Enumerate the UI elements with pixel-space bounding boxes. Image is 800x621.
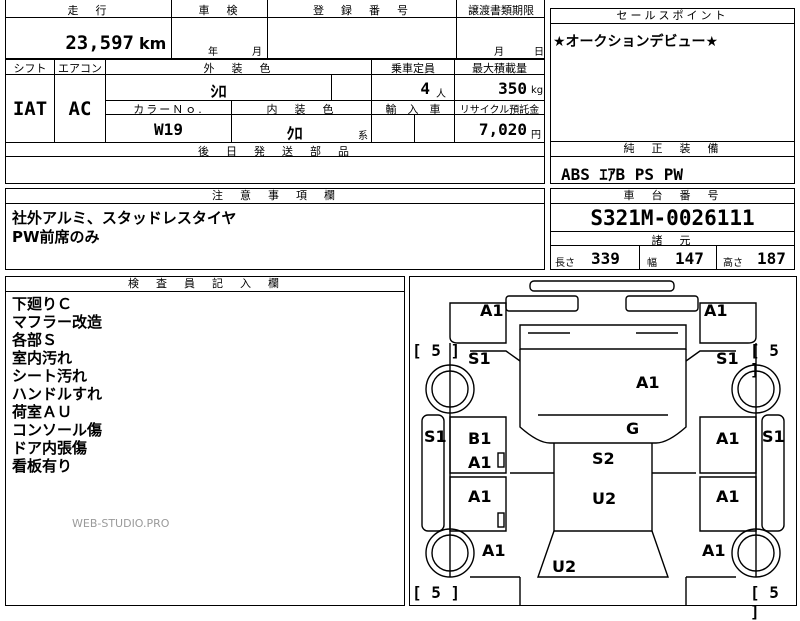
caution-line: PW前席のみ <box>12 228 100 246</box>
inspector-line: 下廻りＣ <box>12 295 73 313</box>
interior-color-suffix: 系 <box>358 131 368 142</box>
ac-label: エアコン <box>58 62 102 75</box>
spec-form-box: シフト エアコン 外 装 色 乗車定員 最大積載量 IAT AC ｼﾛ 4 人 … <box>5 59 545 184</box>
transfer-day: 日 <box>534 47 544 58</box>
damage-mark: A1 <box>468 487 492 506</box>
damage-mark: S1 <box>762 427 785 446</box>
damage-mark: B1 <box>468 429 492 448</box>
chassis-label: 車 台 番 号 <box>551 189 794 204</box>
inspection-year: 年 <box>208 47 218 58</box>
top-form-box: 走 行 車 検 登 録 番 号 譲渡書類期限 23,597 km 年 月 月 日 <box>5 0 545 59</box>
shift-value: IAT <box>12 98 48 120</box>
caution-box: 注 意 事 項 欄 社外アルミ、スタッドレスタイヤ PW前席のみ <box>5 188 545 270</box>
max-load-label: 最大積載量 <box>472 62 527 75</box>
inspector-line: マフラー改造 <box>12 313 103 331</box>
inspection-label: 車 検 <box>198 4 241 17</box>
sales-point-label: セールスポイント <box>551 9 794 24</box>
inspector-line: ドア内張傷 <box>12 439 88 457</box>
width-value: 147 <box>675 249 704 268</box>
watermark: WEB-STUDIO.PRO <box>72 517 170 530</box>
tire-tread-front-right: [ 5 ] <box>750 341 779 379</box>
interior-color-value: ｸﾛ <box>286 124 303 143</box>
color-no-label: カラーＮｏ. <box>133 103 204 116</box>
inspector-line: ハンドルすれ <box>12 385 103 403</box>
exterior-color-label: 外 装 色 <box>203 62 274 75</box>
damage-mark: G <box>626 419 640 438</box>
shift-label: シフト <box>13 62 47 75</box>
chassis-box: 車 台 番 号 S321M-0026111 諸 元 長さ 339 幅 147 高… <box>550 188 795 270</box>
inspector-line: 看板有り <box>12 457 73 475</box>
inspector-line: 荷室ＡＵ <box>12 403 73 421</box>
color-no-value: W19 <box>154 120 183 139</box>
mileage-unit: km <box>139 34 167 53</box>
registration-label: 登 録 番 号 <box>313 4 411 17</box>
inspector-line: 各部Ｓ <box>12 331 58 349</box>
length-value: 339 <box>591 249 620 268</box>
damage-mark: A1 <box>702 541 726 560</box>
damage-mark: A1 <box>636 373 660 392</box>
ac-value: AC <box>68 98 92 120</box>
later-parts-label: 後 日 発 送 部 品 <box>198 145 352 158</box>
damage-mark: U2 <box>552 557 577 576</box>
inspection-month: 月 <box>252 47 262 58</box>
door-handle-rl <box>497 512 505 528</box>
front-bumper-bar <box>529 280 675 292</box>
damage-mark: S1 <box>424 427 447 446</box>
sales-point-text: ★オークションデビュー★ <box>553 34 719 50</box>
damage-mark: S1 <box>468 349 491 368</box>
windshield <box>519 324 687 350</box>
inspector-line: 室内汚れ <box>12 349 73 367</box>
damage-mark: S2 <box>592 449 615 468</box>
exterior-color-value: ｼﾛ <box>210 82 227 101</box>
recycle-label: リサイクル預託金 <box>459 105 540 116</box>
damage-mark: S1 <box>716 349 739 368</box>
transfer-month: 月 <box>494 47 504 58</box>
cabin-roof <box>519 349 687 444</box>
seating-unit: 人 <box>436 89 446 100</box>
import-label: 輸 入 車 <box>385 103 441 116</box>
standard-equipment-text: ABS ｴｱB PS PW <box>561 165 683 184</box>
interior-color-label: 内 装 色 <box>266 103 337 116</box>
mileage-value: 23,597 <box>65 32 134 54</box>
length-label: 長さ <box>555 258 575 269</box>
hood-right <box>625 295 699 312</box>
tire-tread-rear-right: [ 5 ] <box>750 583 779 621</box>
max-load-value: 350 <box>498 79 527 98</box>
chassis-number: S321M-0026111 <box>590 206 755 230</box>
car-diagram-box: A1 A1 S1 S1 A1 S1 B1 A1 G A1 S1 S2 A1 A1… <box>409 276 797 621</box>
inspector-line: コンソール傷 <box>12 421 103 439</box>
seating-label: 乗車定員 <box>391 62 435 75</box>
caution-label: 注 意 事 項 欄 <box>6 189 544 204</box>
recycle-value: 7,020 <box>478 120 527 139</box>
damage-mark: A1 <box>468 453 492 472</box>
width-label: 幅 <box>647 258 657 269</box>
standard-equipment-label: 純 正 装 備 <box>551 142 794 157</box>
damage-mark: A1 <box>716 487 740 506</box>
tire-tread-rear-left: [ 5 ] <box>412 583 461 602</box>
damage-mark: U2 <box>592 489 617 508</box>
door-handle-fl <box>497 452 505 468</box>
standard-equipment-box: 純 正 装 備 ABS ｴｱB PS PW <box>550 141 795 184</box>
height-value: 187 <box>757 249 786 268</box>
seating-value: 4 <box>420 79 430 98</box>
caution-line: 社外アルミ、スタッドレスタイヤ <box>12 209 237 227</box>
damage-mark: A1 <box>480 301 504 320</box>
damage-mark: A1 <box>716 429 740 448</box>
inspector-label: 検 査 員 記 入 欄 <box>6 277 404 292</box>
max-load-unit: kg <box>531 85 544 96</box>
inspector-box: 検 査 員 記 入 欄 下廻りＣ マフラー改造 各部Ｓ 室内汚れ シート汚れ ハ… <box>5 276 405 606</box>
height-label: 高さ <box>723 258 743 269</box>
hood-left <box>505 295 579 312</box>
sales-point-box: セールスポイント ★オークションデビュー★ <box>550 8 795 142</box>
a-pillar-lines <box>470 350 736 362</box>
damage-mark: A1 <box>482 541 506 560</box>
transfer-deadline-label: 譲渡書類期限 <box>468 4 534 17</box>
tire-tread-front-left: [ 5 ] <box>412 341 461 360</box>
inspector-line: シート汚れ <box>12 367 88 385</box>
rear-bumper-sides <box>519 577 687 605</box>
mileage-label: 走 行 <box>67 4 110 17</box>
recycle-unit: 円 <box>531 130 541 141</box>
damage-mark: A1 <box>704 301 728 320</box>
